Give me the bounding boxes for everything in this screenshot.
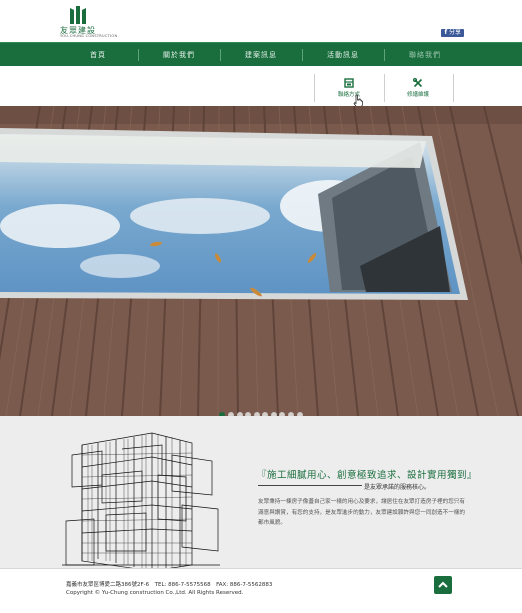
site-header: 友眾建設 YOU-CHUNG CONSTRUCTION f 分享 [0, 0, 522, 42]
nav-item-home[interactable]: 首頁 [58, 43, 138, 67]
site-logo[interactable]: 友眾建設 YOU-CHUNG CONSTRUCTION [58, 6, 122, 38]
contact-book-icon [344, 78, 354, 88]
intro-paragraph: 友眾秉持一棟房子像蓋自己家一樣的用心及要求，讓居住在友眾打造房子裡的您只有滿意與… [258, 499, 465, 526]
footer-copyright: Copyright © Yu-Chung construction Co.,Lt… [66, 590, 244, 596]
submenu-item-maintenance[interactable]: 修繕維護 [387, 74, 449, 102]
facebook-icon: f [444, 29, 448, 36]
logo-tagline: YOU-CHUNG CONSTRUCTION [60, 34, 118, 38]
logo-mark-icon [70, 6, 86, 24]
nav-item-events[interactable]: 活動訊息 [302, 43, 384, 67]
tools-icon [413, 78, 423, 88]
submenu-divider [314, 74, 315, 102]
main-nav: 首頁 關於我們 建案訊息 活動訊息 聯絡我們 [0, 42, 522, 66]
submenu-label: 聯絡方式 [337, 92, 360, 98]
hero-image [0, 106, 522, 416]
skylight [0, 128, 468, 300]
footer-address: 嘉義市友眾區博愛二路386號2F-6 TEL: 886-7-5575568 FA… [66, 582, 273, 588]
facebook-share-button[interactable]: f 分享 [441, 29, 464, 37]
chevron-up-icon [438, 581, 448, 588]
building-sketch-image [62, 432, 220, 571]
nav-item-projects[interactable]: 建案訊息 [220, 43, 302, 67]
submenu-label: 修繕維護 [406, 92, 429, 98]
slider-pagination [0, 403, 522, 418]
submenu-item-contact-info[interactable]: 聯絡方式 [318, 74, 380, 102]
back-to-top-button[interactable] [434, 576, 452, 594]
headline-rule [258, 485, 362, 486]
share-label: 分享 [448, 29, 461, 36]
submenu-divider [384, 74, 385, 102]
intro-tagline: 是友眾承諾的服務核心。 [364, 484, 431, 491]
nav-item-about[interactable]: 關於我們 [138, 43, 220, 67]
intro-headline: 『施工細膩用心、創意極致追求、設計實用獨到』 [257, 470, 478, 481]
hero-slider[interactable] [0, 106, 522, 416]
submenu-divider [453, 74, 454, 102]
nav-item-contact[interactable]: 聯絡我們 [384, 43, 466, 67]
